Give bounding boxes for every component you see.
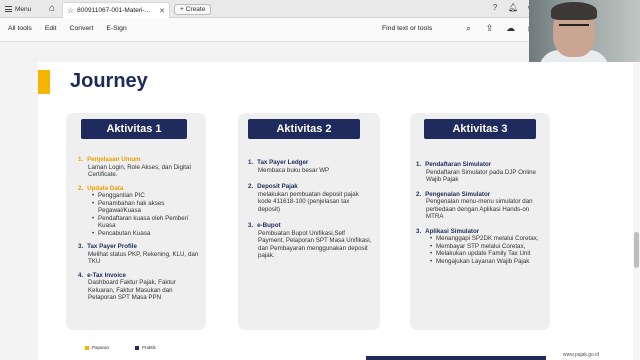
section: 2.Update Data Penggantian PIC Penambahan… bbox=[78, 185, 202, 238]
bell-icon[interactable]: 🔔︎ bbox=[508, 3, 518, 12]
section: 2. Pengenalan Simulator Pengenalan menu-m… bbox=[416, 191, 546, 221]
menu-button[interactable]: Menu bbox=[5, 3, 31, 15]
slide-title: Journey bbox=[70, 70, 148, 92]
star-icon[interactable]: ☆ bbox=[67, 6, 74, 15]
menu-label: Menu bbox=[15, 5, 32, 13]
list-item: Membayar STP melalui Coretax, bbox=[430, 243, 546, 251]
section-text: Pendaftaran Simulator pada DJP Online Wa… bbox=[426, 168, 536, 184]
cloud-icon[interactable]: ☁ bbox=[505, 23, 516, 34]
list-item: Pencabutan Kuasa bbox=[92, 230, 202, 238]
section-title: Pengenalan Simulator bbox=[425, 190, 491, 198]
legend-swatch bbox=[135, 345, 140, 350]
section-title: Penjelasan Umum bbox=[87, 156, 141, 163]
section-title: Tax Payer Ledger bbox=[257, 159, 309, 166]
section-text: melakukan pembuatan deposit pajak kode 4… bbox=[258, 190, 359, 213]
list-item: Pendaftaran kuasa oleh Pemberi Kuasa bbox=[92, 215, 202, 230]
legend-swatch bbox=[85, 345, 89, 350]
card-body: 1. Tax Payer Ledger Membaca buku besar WP… bbox=[248, 159, 372, 266]
card-body: 1. Penjelasan Umum Laman Login, Role Akse… bbox=[78, 156, 202, 308]
home-icon[interactable]: ⌂ bbox=[46, 3, 58, 15]
activity-card-3: Aktivitas 3 1. Pendaftaran Simulator Pend… bbox=[410, 113, 550, 330]
create-button[interactable]: + Create bbox=[174, 4, 212, 15]
menu-all-tools[interactable]: All tools bbox=[8, 25, 32, 32]
bullet-list: Menanggapi SP2DK melalui Coretax, Membay… bbox=[416, 235, 546, 265]
card-header: Aktivitas 2 bbox=[248, 119, 360, 139]
title-accent-bar bbox=[38, 70, 50, 94]
card-body: 1. Pendaftaran Simulator Pendaftaran Simu… bbox=[416, 161, 546, 271]
legend-item-praktik: Praktik bbox=[135, 345, 156, 350]
legend: Paparan Praktik bbox=[85, 345, 156, 350]
section-title: Aplikasi Simulator bbox=[425, 227, 480, 235]
section: 3.Aplikasi Simulator Menanggapi SP2DK me… bbox=[416, 228, 546, 266]
section: 1. Pendaftaran Simulator Pendaftaran Simu… bbox=[416, 161, 546, 184]
section: 4. e-Tax Invoice Dashboard Faktur Pajak, … bbox=[78, 272, 202, 302]
footer-link: www.pajak.go.id bbox=[563, 352, 600, 358]
footer-bar bbox=[366, 356, 546, 360]
legend-label: Praktik bbox=[142, 345, 156, 350]
section-text: Pengenalan menu-menu simulator dan perbe… bbox=[426, 198, 533, 220]
help-icon[interactable]: ? bbox=[490, 3, 500, 12]
plus-icon: + bbox=[180, 6, 184, 13]
section-text: Dashboard Faktur Pajak, Faktur Keluaran,… bbox=[88, 279, 176, 301]
tool-icons: ⌕ ⇪ ☁ ⎙ bbox=[463, 23, 537, 34]
section-title: e-Bupot bbox=[257, 222, 281, 229]
menu-convert[interactable]: Convert bbox=[70, 25, 94, 32]
legend-item-paparan: Paparan bbox=[85, 345, 109, 350]
webcam-video bbox=[529, 0, 640, 62]
scroll-thumb[interactable] bbox=[634, 232, 639, 268]
vertical-scrollbar[interactable] bbox=[633, 62, 640, 360]
activity-card-1: Aktivitas 1 1. Penjelasan Umum Laman Logi… bbox=[66, 113, 206, 330]
list-item: Penggantian PIC bbox=[92, 192, 202, 200]
section-title: e-Tax Invoice bbox=[87, 271, 126, 279]
section-title: Tax Payer Profile bbox=[87, 243, 137, 250]
section-text: Pembuatan Bupot Unifikasi,Self Payment, … bbox=[258, 229, 372, 260]
section: 3. Tax Payer Profile Melihat status PKP, … bbox=[78, 243, 202, 266]
list-item: Menanggapi SP2DK melalui Coretax, bbox=[430, 235, 546, 243]
section-title: Deposit Pajak bbox=[257, 183, 298, 190]
create-label: Create bbox=[185, 6, 206, 13]
card-header: Aktivitas 1 bbox=[81, 119, 187, 139]
list-item: Melakukan update Family Tax Unit bbox=[430, 250, 546, 258]
upload-icon[interactable]: ⇪ bbox=[484, 23, 495, 34]
section: 1. Tax Payer Ledger Membaca buku besar WP bbox=[248, 159, 372, 174]
section-text: Membaca buku besar WP bbox=[258, 166, 330, 174]
search-icon[interactable]: ⌕ bbox=[463, 23, 474, 34]
section-text: Melihat status PKP, Rekening, KLU, dan T… bbox=[88, 250, 199, 266]
list-item: Penambahan hak akses Pegawai/Kuasa bbox=[92, 200, 202, 215]
close-tab-icon[interactable]: ✕ bbox=[159, 7, 165, 15]
card-header: Aktivitas 3 bbox=[424, 119, 536, 139]
section: 2. Deposit Pajak melakukan pembuatan depo… bbox=[248, 183, 372, 213]
legend-label: Paparan bbox=[92, 345, 110, 350]
section-title: Pendaftaran Simulator bbox=[425, 161, 492, 168]
section: 1. Penjelasan Umum Laman Login, Role Akse… bbox=[78, 156, 202, 179]
section: 3. e-Bupot Pembuatan Bupot Unifikasi,Self… bbox=[248, 222, 372, 260]
section-title: Update Data bbox=[87, 184, 124, 192]
hamburger-icon bbox=[5, 6, 12, 12]
bullet-list: Penggantian PIC Penambahan hak akses Peg… bbox=[78, 192, 202, 237]
tab-title: 800911067-001-Materi-... bbox=[77, 7, 151, 14]
list-item: Mengajukan Layanan Wajib Pajak bbox=[430, 258, 546, 266]
menu-edit[interactable]: Edit bbox=[45, 25, 57, 32]
tool-menu: All tools Edit Convert E-Sign bbox=[8, 25, 127, 32]
section-text: Laman Login, Role Akses, dan Digital Cer… bbox=[88, 163, 191, 179]
activity-card-2: Aktivitas 2 1. Tax Payer Ledger Membaca b… bbox=[238, 113, 380, 330]
document-tab[interactable]: ☆ 800911067-001-Materi-... ✕ bbox=[62, 2, 170, 18]
find-text-button[interactable]: Find text or tools bbox=[382, 25, 432, 32]
menu-esign[interactable]: E-Sign bbox=[106, 25, 126, 32]
